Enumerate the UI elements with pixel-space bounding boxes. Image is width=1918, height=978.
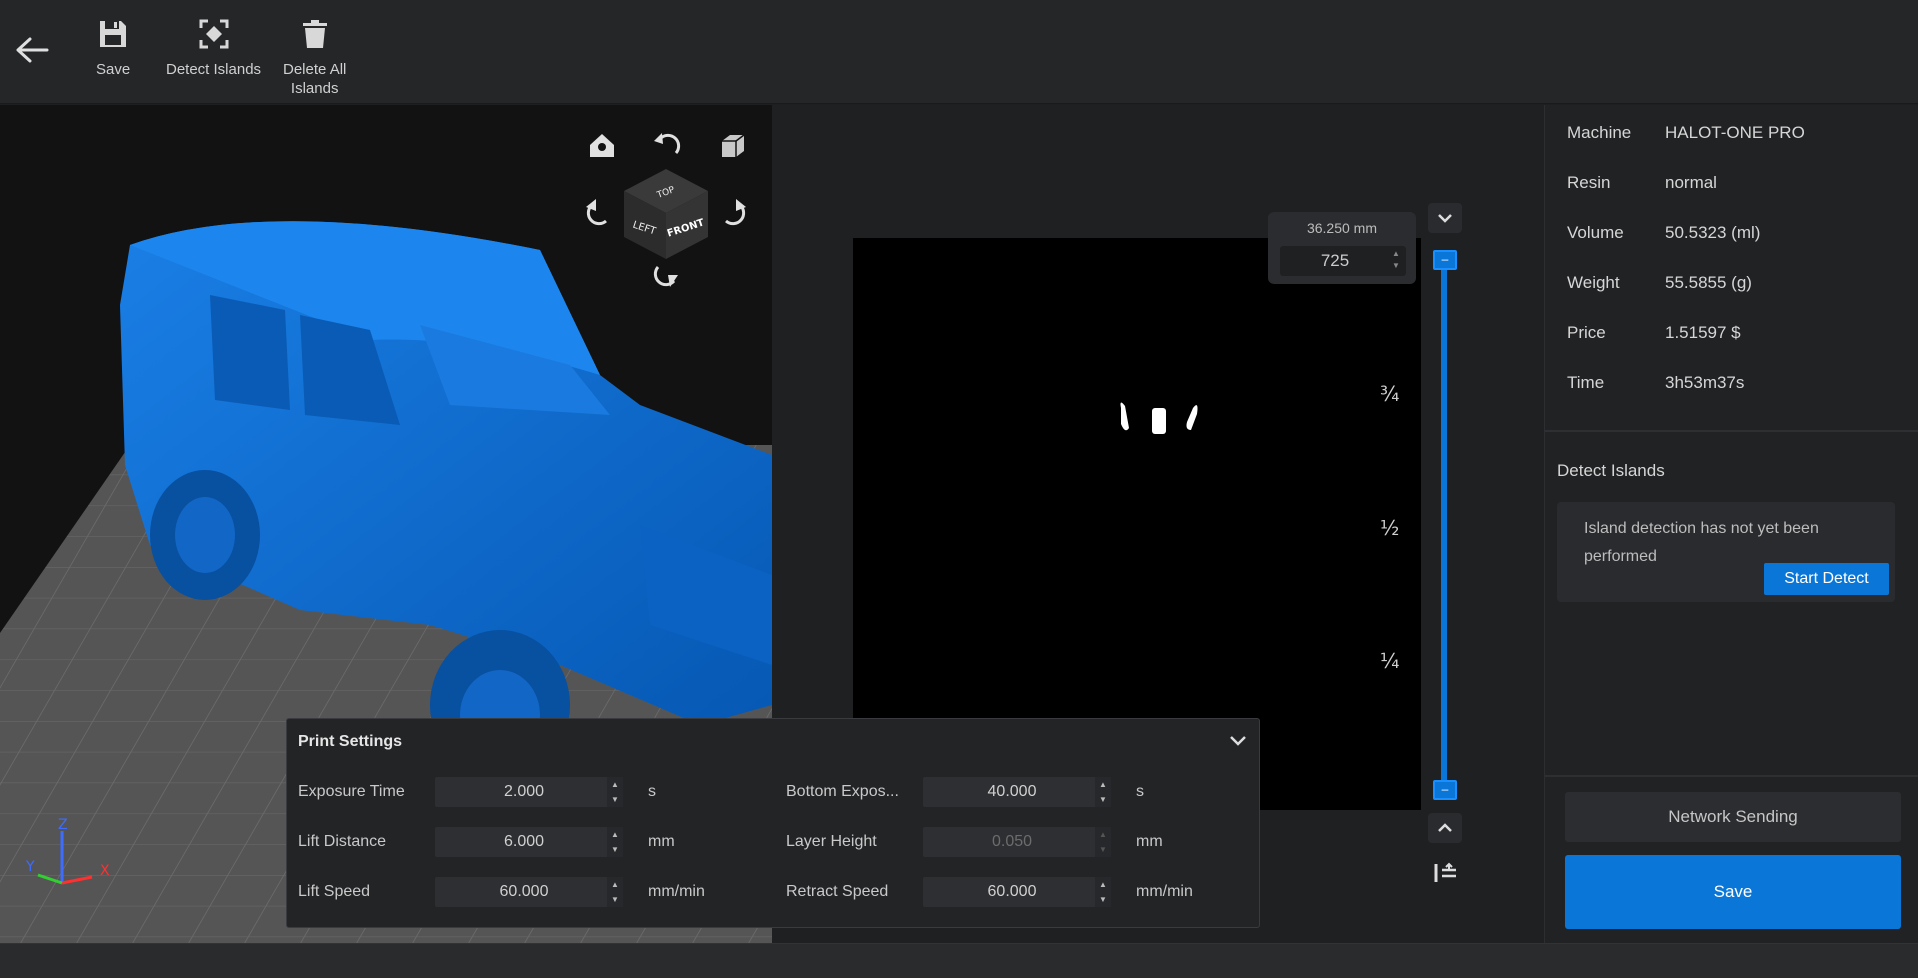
detect-islands-box: Island detection has not yet been perfor… [1557, 502, 1895, 602]
info-key: Price [1567, 323, 1606, 342]
layer-slider-top-handle[interactable]: – [1433, 250, 1457, 270]
collapse-chevron-icon[interactable] [1225, 729, 1251, 751]
info-key: Machine [1567, 123, 1632, 142]
axis-y-label: Y [25, 859, 35, 875]
bottom-exposure-field[interactable]: 40.000 ▲ ▼ [923, 777, 1111, 807]
perspective-icon[interactable] [716, 129, 748, 161]
lift-speed-spinner[interactable]: ▲ ▼ [607, 877, 623, 907]
slider-mark-half: ½ [1380, 516, 1400, 540]
divider [1545, 430, 1918, 432]
print-settings-title: Print Settings [298, 733, 403, 750]
layer-spinner[interactable]: ▲ ▼ [1388, 248, 1404, 274]
info-value: normal [1665, 173, 1717, 192]
exposure-time-field[interactable]: 2.000 ▲ ▼ [435, 777, 623, 807]
info-panel: Machine HALOT-ONE PRO Resin normal Volume 5… [1544, 105, 1918, 943]
lift-speed-field[interactable]: 60.000 ▲ ▼ [435, 877, 623, 907]
info-key: Volume [1567, 223, 1624, 242]
lift-speed-label: Lift Speed [298, 883, 371, 900]
view-cube[interactable]: TOP LEFT FRONT [622, 165, 710, 261]
trash-icon [302, 20, 327, 48]
info-key: Time [1567, 373, 1605, 392]
retract-speed-spinner[interactable]: ▲ ▼ [1095, 877, 1111, 907]
info-value: 50.5323 (ml) [1665, 223, 1761, 242]
retract-speed-unit: mm/min [1136, 883, 1193, 900]
info-value: HALOT-ONE PRO [1665, 123, 1805, 142]
layer-indicator: 36.250 mm 725 ▲ ▼ [1268, 212, 1416, 284]
layer-height-mm: 36.250 mm [1306, 220, 1378, 236]
save-tool-button[interactable]: Save [96, 18, 130, 79]
detect-islands-tool-label: Detect Islands [166, 61, 262, 78]
lift-distance-spinner[interactable]: ▲ ▼ [607, 827, 623, 857]
exposure-time-unit: s [648, 783, 656, 800]
layer-height-value: 0.050 [991, 833, 1033, 850]
bottom-exposure-unit: s [1136, 783, 1144, 800]
network-sending-button[interactable]: Network Sending [1565, 792, 1901, 842]
detect-islands-tool-button[interactable]: Detect Islands [166, 18, 261, 79]
bottom-exposure-value: 40.000 [987, 783, 1037, 800]
info-value: 55.5855 (g) [1665, 273, 1752, 292]
layer-height-label: Layer Height [786, 833, 877, 850]
slider-mark-three-quarters: ¾ [1380, 382, 1400, 406]
save-button[interactable]: Save [1565, 855, 1901, 929]
delete-all-islands-tool-button[interactable]: Delete All Islands [283, 18, 346, 98]
layer-height-unit: mm [1136, 833, 1163, 850]
info-value: 1.51597 $ [1665, 323, 1741, 342]
info-row-resin: Resin normal [1567, 173, 1717, 193]
layer-number-input[interactable]: 725 ▲ ▼ [1280, 246, 1406, 276]
layer-jump-icon[interactable] [1430, 858, 1460, 888]
home-view-icon[interactable] [586, 129, 618, 161]
rotate-right-icon[interactable] [716, 195, 748, 227]
rotate-left-icon[interactable] [584, 195, 616, 227]
retract-speed-field[interactable]: 60.000 ▲ ▼ [923, 877, 1111, 907]
divider [1545, 775, 1918, 777]
info-row-time: Time 3h53m37s [1567, 373, 1744, 393]
lift-speed-unit: mm/min [648, 883, 705, 900]
lift-distance-unit: mm [648, 833, 675, 850]
retract-speed-label: Retract Speed [786, 883, 889, 900]
layer-height-field: 0.050 ▲ ▼ [923, 827, 1111, 857]
info-value: 3h53m37s [1665, 373, 1745, 392]
layer-up-chevron-icon[interactable] [1428, 203, 1462, 233]
delete-all-label-1: Delete All [283, 61, 347, 78]
info-row-price: Price 1.51597 $ [1567, 323, 1741, 343]
bottom-exposure-label: Bottom Expos... [786, 783, 899, 800]
detect-islands-icon [199, 19, 229, 49]
layer-number-value: 725 [1320, 251, 1350, 270]
app-window: Save Detect Islands Delete All Islands T… [0, 0, 1918, 978]
axes-gizmo: Z Y X [25, 817, 110, 885]
back-arrow-icon[interactable] [14, 36, 54, 66]
layer-down-chevron-icon[interactable] [1428, 813, 1462, 843]
retract-speed-value: 60.000 [987, 883, 1037, 900]
lift-distance-label: Lift Distance [298, 833, 387, 850]
top-toolbar: Save Detect Islands Delete All Islands [0, 0, 1918, 104]
print-settings-panel: Print Settings Exposure Time 2.000 ▲ ▼ s … [286, 718, 1260, 928]
lift-distance-value: 6.000 [503, 833, 545, 850]
exposure-time-spinner[interactable]: ▲ ▼ [607, 777, 623, 807]
rotate-down-icon[interactable] [650, 259, 682, 291]
lift-speed-value: 60.000 [499, 883, 549, 900]
info-key: Weight [1567, 273, 1620, 292]
info-row-weight: Weight 55.5855 (g) [1567, 273, 1752, 293]
exposure-time-value: 2.000 [503, 783, 545, 800]
layer-slider-bottom-handle[interactable]: – [1433, 780, 1457, 800]
save-tool-label: Save [96, 61, 131, 78]
bottom-exposure-spinner[interactable]: ▲ ▼ [1095, 777, 1111, 807]
info-row-volume: Volume 50.5323 (ml) [1567, 223, 1760, 243]
slider-mark-quarter: ¼ [1380, 649, 1400, 673]
start-detect-button[interactable]: Start Detect [1764, 563, 1889, 595]
lift-distance-field[interactable]: 6.000 ▲ ▼ [435, 827, 623, 857]
detect-islands-title: Detect Islands [1557, 461, 1665, 480]
save-icon [100, 21, 127, 47]
layer-height-spinner: ▲ ▼ [1095, 827, 1111, 857]
status-bar [0, 943, 1918, 978]
info-key: Resin [1567, 173, 1611, 192]
info-row-machine: Machine HALOT-ONE PRO [1567, 123, 1805, 143]
rotate-up-icon[interactable] [650, 129, 682, 161]
axis-z-label: Z [58, 817, 68, 833]
layer-slider-track[interactable] [1441, 252, 1447, 798]
axis-x-label: X [100, 863, 110, 879]
delete-all-label-2: Islands [290, 80, 339, 97]
exposure-time-label: Exposure Time [298, 783, 405, 800]
